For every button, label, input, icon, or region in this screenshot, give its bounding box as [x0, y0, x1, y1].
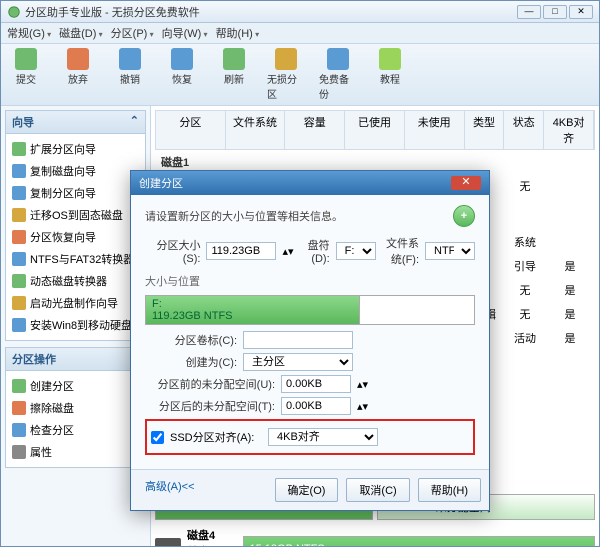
close-button[interactable]: ✕: [569, 5, 593, 19]
ssd-align-checkbox[interactable]: [151, 431, 164, 444]
size-spinner[interactable]: ▴▾: [282, 245, 293, 258]
sidebar: 向导⌃ 扩展分区向导 复制磁盘向导 复制分区向导 迁移OS到固态磁盘 分区恢复向…: [1, 106, 151, 546]
fs-label: 文件系统(F):: [382, 235, 419, 267]
op-props[interactable]: 属性: [8, 441, 143, 463]
op-create[interactable]: 创建分区: [8, 375, 143, 397]
wizard-copy-part[interactable]: 复制分区向导: [8, 182, 143, 204]
ok-button[interactable]: 确定(O): [275, 478, 339, 502]
grid-header: 分区文件系统 容量已使用 未使用类型 状态4KB对齐: [155, 110, 595, 150]
op-wipe[interactable]: 擦除磁盘: [8, 397, 143, 419]
create-as-select[interactable]: 主分区: [243, 353, 353, 371]
drive-label: 盘符(D):: [300, 237, 330, 265]
wizard-copy-disk[interactable]: 复制磁盘向导: [8, 160, 143, 182]
advanced-toggle[interactable]: 高级(A)<<: [139, 478, 195, 502]
size-label: 分区大小(S):: [145, 237, 200, 265]
section-header: 大小与位置: [145, 273, 475, 289]
tool-discard[interactable]: 放弃: [59, 48, 97, 101]
dialog-message: 请设置新分区的大小与位置等相关信息。: [145, 208, 343, 224]
menu-disk[interactable]: 磁盘(D): [59, 25, 103, 41]
wizard-extend[interactable]: 扩展分区向导: [8, 138, 143, 160]
app-icon: [7, 5, 21, 19]
menu-wizard[interactable]: 向导(W): [162, 25, 208, 41]
disk-bar[interactable]: 15.12GB NTFS: [243, 536, 596, 546]
titlebar: 分区助手专业版 - 无损分区免费软件 — □ ✕: [1, 1, 599, 23]
wizard-migrate-os[interactable]: 迁移OS到固态磁盘: [8, 204, 143, 226]
tool-backup[interactable]: 免费备份: [319, 48, 357, 101]
after-free-input[interactable]: [281, 397, 351, 415]
ops-panel: 创建分区 擦除磁盘 检查分区 属性: [5, 371, 146, 468]
tool-undo[interactable]: 撤销: [111, 48, 149, 101]
before-free-input[interactable]: [281, 375, 351, 393]
menu-partition[interactable]: 分区(P): [111, 25, 154, 41]
op-check[interactable]: 检查分区: [8, 419, 143, 441]
tool-redo[interactable]: 恢复: [163, 48, 201, 101]
collapse-icon: ⌃: [130, 114, 139, 130]
wizard-bootcd[interactable]: 启动光盘制作向导: [8, 292, 143, 314]
ssd-align-select[interactable]: 4KB对齐: [268, 428, 378, 446]
spinner-icon[interactable]: ▴▾: [357, 378, 368, 391]
disk4-info: 磁盘4 基本 MBR 15.12GB 15.12GB NTFS: [155, 527, 595, 546]
disk-icon: [155, 538, 181, 546]
tool-lossless[interactable]: 无损分区: [267, 48, 305, 101]
add-icon: +: [453, 205, 475, 227]
ops-panel-header[interactable]: 分区操作⌃: [5, 347, 146, 371]
toolbar: 提交 放弃 撤销 恢复 刷新 无损分区 免费备份 教程: [1, 44, 599, 106]
menubar: 常规(G) 磁盘(D) 分区(P) 向导(W) 帮助(H): [1, 23, 599, 44]
size-input[interactable]: [206, 242, 276, 260]
help-button[interactable]: 帮助(H): [418, 478, 481, 502]
ssd-align-highlight: SSD分区对齐(A): 4KB对齐: [145, 419, 475, 455]
max-button[interactable]: □: [543, 5, 567, 19]
dialog-close-button[interactable]: ✕: [451, 176, 481, 190]
wizard-panel-header[interactable]: 向导⌃: [5, 110, 146, 134]
cancel-button[interactable]: 取消(C): [346, 478, 409, 502]
fs-select[interactable]: NTFS: [425, 242, 475, 260]
spinner-icon[interactable]: ▴▾: [357, 400, 368, 413]
tool-tutorial[interactable]: 教程: [371, 48, 409, 101]
wizard-recovery[interactable]: 分区恢复向导: [8, 226, 143, 248]
tool-refresh[interactable]: 刷新: [215, 48, 253, 101]
label-input[interactable]: [243, 331, 353, 349]
size-slider[interactable]: F: 119.23GB NTFS: [145, 295, 475, 325]
dialog-titlebar[interactable]: 创建分区 ✕: [131, 171, 489, 195]
wizard-dynamic[interactable]: 动态磁盘转换器: [8, 270, 143, 292]
wizard-panel: 扩展分区向导 复制磁盘向导 复制分区向导 迁移OS到固态磁盘 分区恢复向导 NT…: [5, 134, 146, 341]
menu-general[interactable]: 常规(G): [7, 25, 51, 41]
min-button[interactable]: —: [517, 5, 541, 19]
tool-commit[interactable]: 提交: [7, 48, 45, 101]
drive-select[interactable]: F:: [336, 242, 376, 260]
wizard-ntfs-fat32[interactable]: NTFS与FAT32转换器: [8, 248, 143, 270]
window-title: 分区助手专业版 - 无损分区免费软件: [25, 4, 517, 20]
menu-help[interactable]: 帮助(H): [216, 25, 260, 41]
create-partition-dialog: 创建分区 ✕ 请设置新分区的大小与位置等相关信息。 + 分区大小(S): ▴▾ …: [130, 170, 490, 511]
wizard-win8[interactable]: 安装Win8到移动硬盘: [8, 314, 143, 336]
